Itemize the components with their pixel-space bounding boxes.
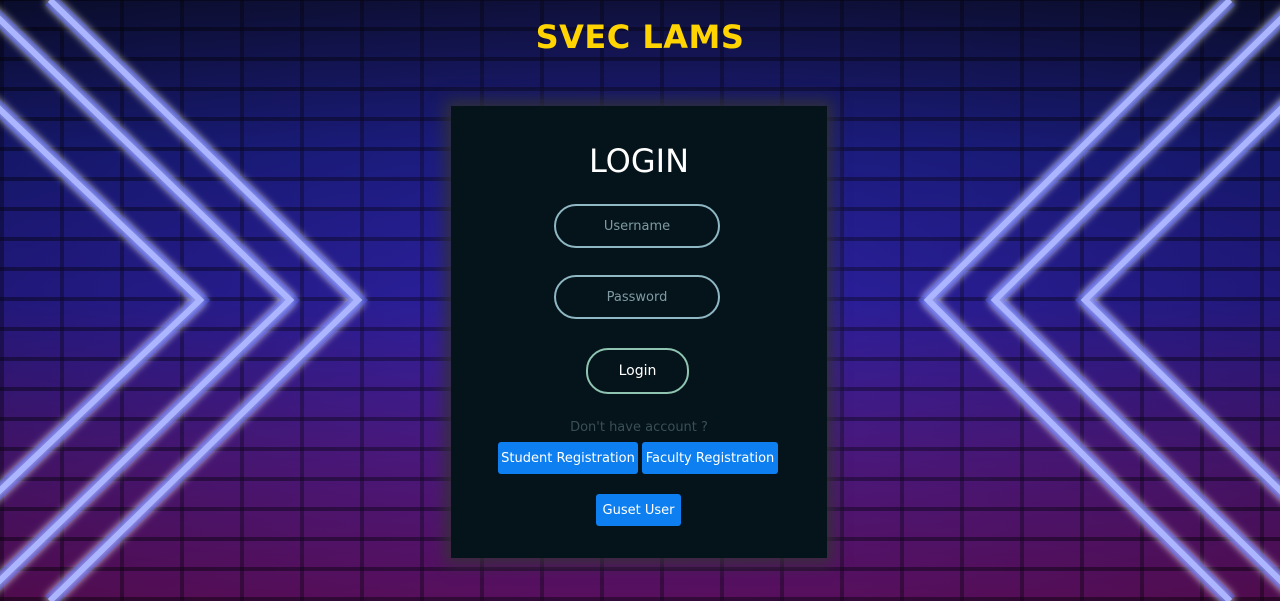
- login-heading: LOGIN: [588, 142, 690, 180]
- login-button[interactable]: Login: [586, 348, 689, 394]
- student-registration-button[interactable]: Student Registration: [498, 442, 638, 474]
- right-chevron-inner: [1080, 105, 1280, 495]
- guest-user-button[interactable]: Guset User: [596, 494, 681, 526]
- password-input[interactable]: [554, 275, 720, 319]
- faculty-registration-button[interactable]: Faculty Registration: [642, 442, 778, 474]
- left-chevron-inner: [0, 105, 205, 495]
- login-card: LOGIN Login Don't have account ? Student…: [451, 106, 827, 558]
- page: SVEC LAMS LOGIN Login Don't have account…: [0, 0, 1280, 601]
- username-input[interactable]: [554, 204, 720, 248]
- app-title: SVEC LAMS: [535, 18, 745, 56]
- no-account-text: Don't have account ?: [570, 420, 708, 435]
